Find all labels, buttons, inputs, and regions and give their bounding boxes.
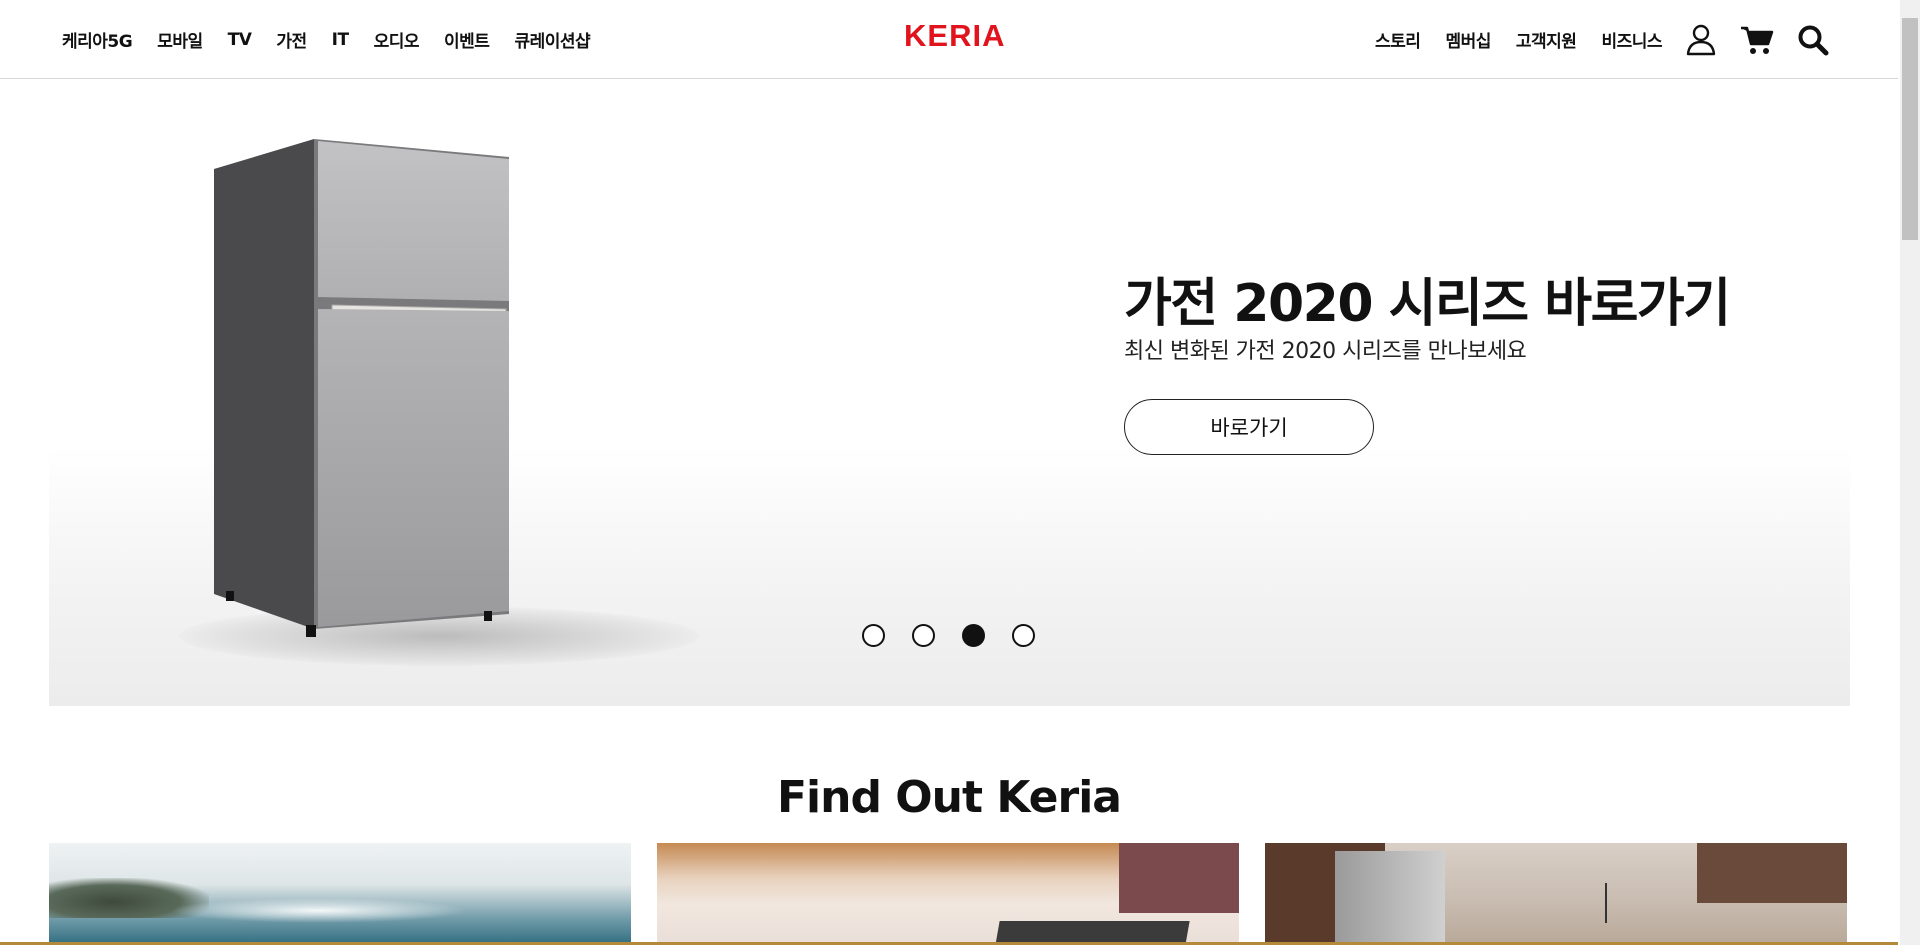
section-title: Find Out Keria [777,772,1122,823]
search-icon[interactable] [1796,23,1830,57]
nav-item-business[interactable]: 비즈니스 [1601,27,1662,52]
nav-item-events[interactable]: 이벤트 [444,27,490,52]
hero-subtitle: 최신 변화된 가전 2020 시리즈를 만나보세요 [1124,339,1527,364]
find-out-cards [49,843,1850,945]
user-icon[interactable] [1684,23,1718,57]
nav-item-story[interactable]: 스토리 [1375,27,1421,52]
carousel-dot-1[interactable] [862,624,885,647]
nav-item-curation-shop[interactable]: 큐레이션샵 [514,27,590,52]
hero-banner: 가전 2020 시리즈 바로가기 최신 변화된 가전 2020 시리즈를 만나보… [49,79,1850,706]
refrigerator-image [214,139,509,637]
nav-item-membership[interactable]: 멤버십 [1445,27,1491,52]
nav-item-it[interactable]: IT [332,30,349,50]
card-laptop-panel [1119,843,1239,913]
nav-item-support[interactable]: 고객지원 [1516,27,1577,52]
site-header: 케리아5G 모바일 TV 가전 IT 오디오 이벤트 큐레이션샵 KERIA 스… [0,0,1898,79]
hero-cta-button[interactable]: 바로가기 [1124,399,1374,455]
card-kitchen[interactable] [1265,843,1847,945]
cart-icon[interactable] [1740,23,1774,57]
card-laptop-desk[interactable] [657,843,1239,945]
nav-item-audio[interactable]: 오디오 [374,27,420,52]
card-kitchen-microwave [1335,851,1445,945]
carousel-pagination [862,624,1035,647]
nav-item-mobile[interactable]: 모바일 [157,27,203,52]
nav-item-keria5g[interactable]: 케리아5G [62,27,133,52]
nav-item-tv[interactable]: TV [228,30,252,50]
page-scrollbar[interactable] [1900,0,1920,945]
hero-title: 가전 2020 시리즈 바로가기 [1124,274,1731,334]
site-logo[interactable]: KERIA [904,18,1004,58]
carousel-dot-3[interactable] [962,624,985,647]
card-seascape[interactable] [49,843,631,945]
card-kitchen-upper-cabinet [1697,843,1847,903]
nav-item-appliances[interactable]: 가전 [276,27,307,52]
carousel-dot-4[interactable] [1012,624,1035,647]
carousel-dot-2[interactable] [912,624,935,647]
primary-nav: 케리아5G 모바일 TV 가전 IT 오디오 이벤트 큐레이션샵 [62,0,615,79]
card-kitchen-lamp [1605,883,1607,923]
secondary-nav: 스토리 멤버십 고객지원 비즈니스 [1350,0,1830,79]
scrollbar-thumb[interactable] [1902,18,1918,240]
card-seascape-wave [169,898,469,923]
